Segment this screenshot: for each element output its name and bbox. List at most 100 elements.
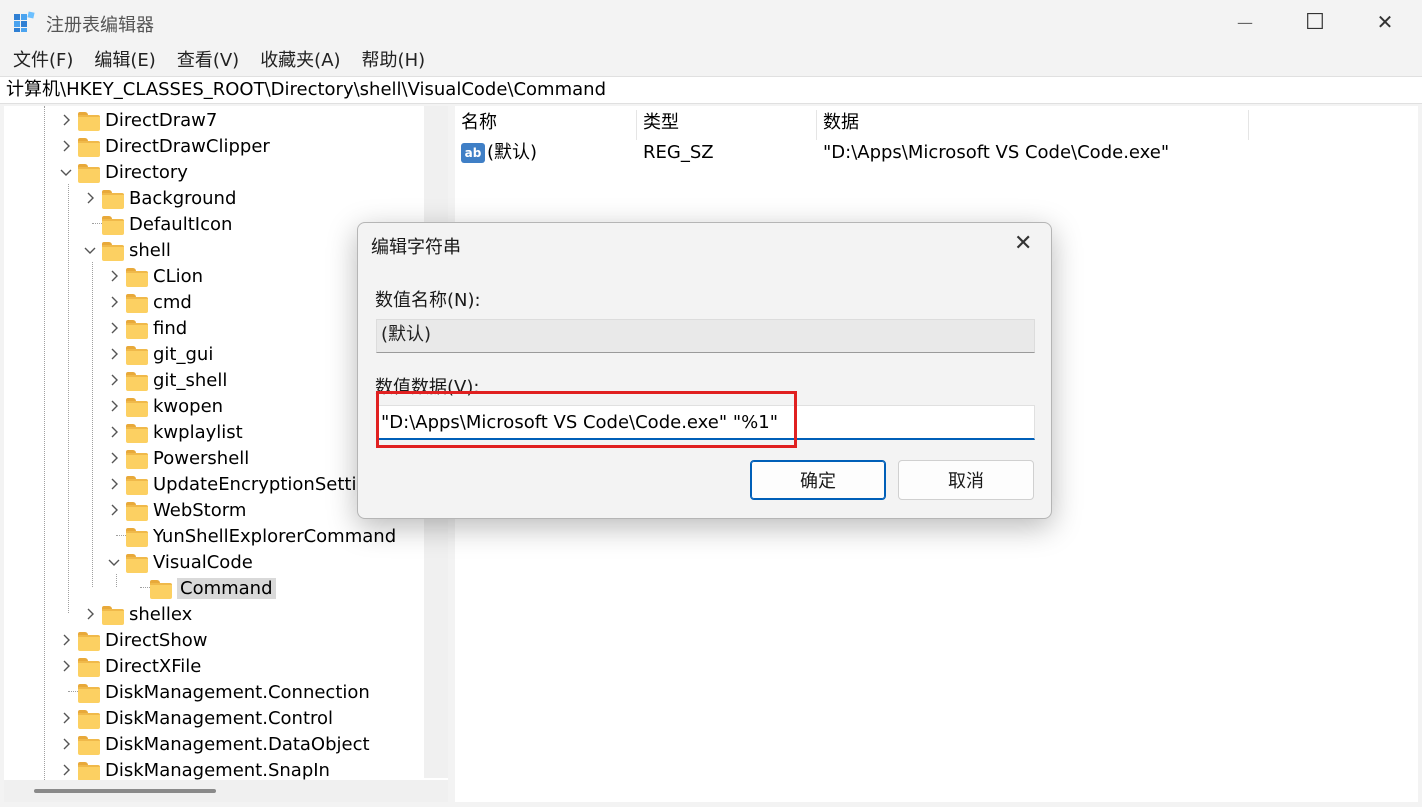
tree-item-label: WebStorm — [153, 499, 247, 521]
close-button[interactable]: ✕ — [1350, 0, 1420, 44]
chevron-down-icon[interactable] — [82, 242, 98, 258]
tree-item[interactable]: Command — [130, 575, 276, 601]
tree-item-label: kwplaylist — [153, 421, 243, 443]
tree-item-label: kwopen — [153, 395, 224, 417]
chevron-right-icon[interactable] — [106, 476, 122, 492]
tree-guide-line — [44, 106, 45, 802]
chevron-right-icon[interactable] — [82, 606, 98, 622]
ok-button[interactable]: 确定 — [750, 460, 886, 500]
folder-icon — [126, 501, 148, 521]
tree-item[interactable]: git_shell — [106, 367, 227, 393]
tree-item[interactable]: DiskManagement.Connection — [58, 679, 370, 705]
title-bar: 注册表编辑器 — ☐ ✕ — [0, 0, 1422, 44]
tree-item[interactable]: shellex — [82, 601, 192, 627]
chevron-right-icon[interactable] — [58, 710, 74, 726]
tree-item[interactable]: DiskManagement.DataObject — [58, 731, 370, 757]
folder-icon — [126, 397, 148, 417]
cancel-button[interactable]: 取消 — [898, 460, 1034, 500]
tree-item-label: DiskManagement.Connection — [105, 681, 370, 703]
folder-icon — [126, 371, 148, 391]
chevron-right-icon[interactable] — [106, 294, 122, 310]
column-header-data[interactable]: 数据 — [817, 110, 1249, 140]
tree-item[interactable]: cmd — [106, 289, 192, 315]
tree-item[interactable]: Background — [82, 185, 236, 211]
folder-icon — [78, 683, 100, 703]
folder-icon — [126, 293, 148, 313]
tree-item-label: DiskManagement.Control — [105, 707, 334, 729]
column-header-type[interactable]: 类型 — [637, 110, 817, 140]
tree-item[interactable]: YunShellExplorerCommand — [106, 523, 396, 549]
folder-icon — [78, 709, 100, 729]
tree-item[interactable]: CLion — [106, 263, 203, 289]
tree-item[interactable]: Directory — [58, 159, 188, 185]
chevron-right-icon[interactable] — [106, 372, 122, 388]
tree-item[interactable]: kwplaylist — [106, 419, 243, 445]
value-name: (默认) — [487, 142, 538, 163]
chevron-right-icon[interactable] — [58, 138, 74, 154]
maximize-button[interactable]: ☐ — [1280, 0, 1350, 44]
tree-item[interactable]: git_gui — [106, 341, 213, 367]
chevron-right-icon[interactable] — [106, 450, 122, 466]
tree-item[interactable]: find — [106, 315, 187, 341]
tree-item[interactable]: kwopen — [106, 393, 223, 419]
folder-icon — [78, 631, 100, 651]
tree-item[interactable]: WebStorm — [106, 497, 246, 523]
chevron-right-icon[interactable] — [58, 736, 74, 752]
chevron-right-icon[interactable] — [58, 658, 74, 674]
column-header-name[interactable]: 名称 — [455, 110, 637, 140]
tree-item[interactable]: DirectShow — [58, 627, 207, 653]
value-data-input[interactable] — [376, 405, 1035, 440]
tree-item-label: git_shell — [153, 369, 228, 391]
list-item[interactable]: ab (默认) REG_SZ "D:\Apps\Microsoft VS Code… — [461, 140, 1411, 166]
chevron-down-icon[interactable] — [106, 554, 122, 570]
chevron-right-icon[interactable] — [106, 398, 122, 414]
address-bar[interactable]: 计算机\HKEY_CLASSES_ROOT\Directory\shell\Vi… — [0, 76, 1422, 104]
tree-item-label: Directory — [105, 161, 188, 183]
tree-item-label: DirectDraw7 — [105, 109, 218, 131]
tree-item[interactable]: DirectXFile — [58, 653, 201, 679]
menu-help[interactable]: 帮助(H) — [362, 46, 426, 72]
tree-item[interactable]: Powershell — [106, 445, 249, 471]
menu-view[interactable]: 查看(V) — [177, 46, 239, 72]
tree-item[interactable]: DirectDrawClipper — [58, 133, 270, 159]
folder-icon — [126, 553, 148, 573]
chevron-right-icon[interactable] — [58, 762, 74, 778]
chevron-right-icon[interactable] — [106, 346, 122, 362]
tree-item[interactable]: shell — [82, 237, 171, 263]
folder-icon — [126, 475, 148, 495]
chevron-right-icon[interactable] — [58, 112, 74, 128]
tree-item[interactable]: VisualCode — [106, 549, 253, 575]
value-type: REG_SZ — [643, 142, 714, 163]
tree-item[interactable]: DirectDraw7 — [58, 107, 217, 133]
tree-item-label: DefaultIcon — [129, 213, 233, 235]
menu-edit[interactable]: 编辑(E) — [94, 46, 155, 72]
chevron-right-icon[interactable] — [106, 320, 122, 336]
dialog-title: 编辑字符串 — [371, 237, 461, 258]
tree-item-label: Command — [177, 577, 276, 599]
chevron-right-icon[interactable] — [82, 190, 98, 206]
tree-item-label: find — [153, 317, 188, 339]
chevron-right-icon[interactable] — [106, 502, 122, 518]
chevron-down-icon[interactable] — [58, 164, 74, 180]
tree-guide-line — [68, 184, 69, 613]
chevron-right-icon[interactable] — [106, 268, 122, 284]
tree-item[interactable]: UpdateEncryptionSettin — [106, 471, 368, 497]
minimize-button[interactable]: — — [1210, 0, 1280, 44]
chevron-right-icon[interactable] — [58, 632, 74, 648]
chevron-right-icon[interactable] — [106, 424, 122, 440]
maximize-icon: ☐ — [1305, 9, 1325, 35]
tree-item-label: DiskManagement.DataObject — [105, 733, 370, 755]
scrollbar-thumb[interactable] — [34, 789, 216, 793]
tree-horizontal-scrollbar[interactable] — [4, 780, 448, 802]
tree-item-label: UpdateEncryptionSettin — [153, 473, 368, 495]
menu-favorites[interactable]: 收藏夹(A) — [260, 46, 340, 72]
tree-item-label: DiskManagement.SnapIn — [105, 759, 330, 781]
menu-file[interactable]: 文件(F) — [13, 46, 73, 72]
regedit-app-icon — [14, 11, 35, 32]
tree-item[interactable]: DefaultIcon — [82, 211, 232, 237]
tree-item[interactable]: DiskManagement.Control — [58, 705, 333, 731]
tree-item-label: YunShellExplorerCommand — [153, 525, 397, 547]
dialog-close-icon[interactable]: ✕ — [1014, 231, 1032, 256]
